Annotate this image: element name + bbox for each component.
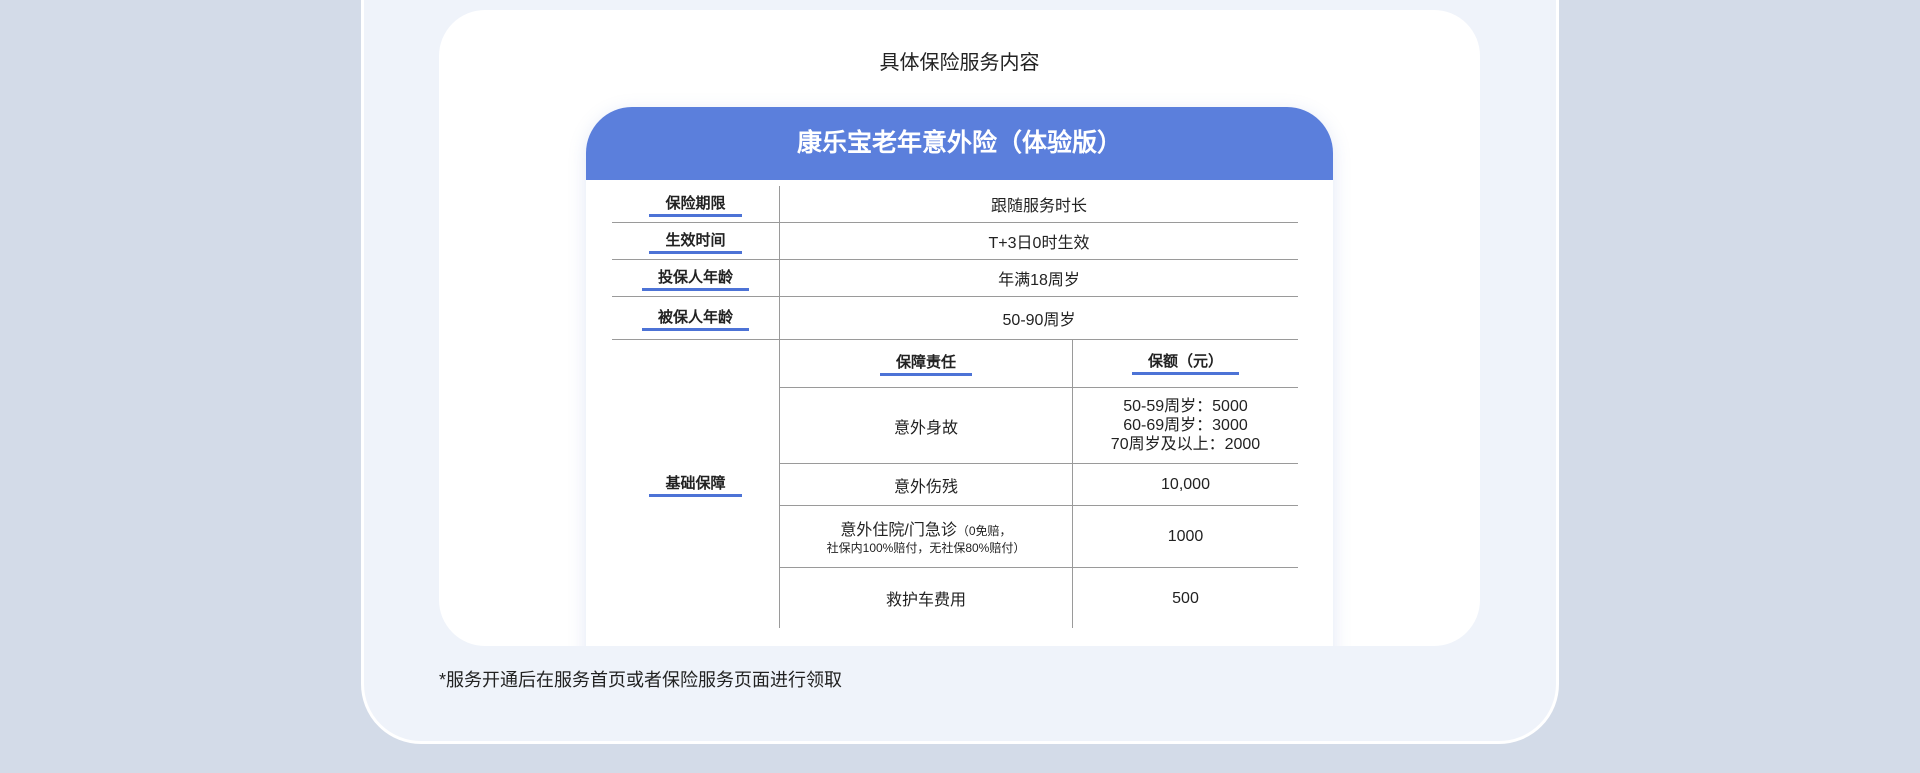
- table-row: 意外住院/门急诊（0免赔， 社保内100%赔付，无社保80%赔付） 1000: [780, 506, 1298, 568]
- footnote: *服务开通后在服务首页或者保险服务页面进行领取: [439, 670, 843, 690]
- table-row: 投保人年龄 年满18周岁: [612, 260, 1298, 297]
- col-header-responsibility: 保障责任: [879, 351, 972, 376]
- table-row: 被保人年龄 50-90周岁: [612, 297, 1298, 340]
- table-row: 意外身故 50-59周岁：5000 60-69周岁：3000 70周岁及以上：2…: [780, 388, 1298, 464]
- table-row: 生效时间 T+3日0时生效: [612, 223, 1298, 260]
- table-row: 救护车费用 500: [780, 568, 1298, 628]
- row-value: T+3日0时生效: [988, 235, 1090, 252]
- insurance-table: 保险期限 跟随服务时长 生效时间 T+3日0时生效 投保人年龄 年满18周岁 被…: [612, 186, 1298, 628]
- coverage-amount: 1000: [1167, 528, 1204, 545]
- row-value: 跟随服务时长: [990, 198, 1087, 215]
- row-value: 年满18周岁: [998, 272, 1080, 289]
- coverage-amount: 10,000: [1161, 476, 1210, 493]
- row-label: 保险期限: [649, 192, 742, 217]
- table-row: 意外伤残 10,000: [780, 464, 1298, 506]
- product-title: 康乐宝老年意外险（体验版）: [586, 107, 1333, 180]
- col-header-amount: 保额（元）: [1131, 352, 1239, 375]
- coverage-name: 意外伤残: [780, 464, 1073, 505]
- row-value: 50-90周岁: [1002, 312, 1076, 329]
- section-title: 具体保险服务内容: [879, 52, 1040, 74]
- subtable-header: 保障责任 保额（元）: [780, 340, 1298, 388]
- coverage-name: 意外身故: [780, 388, 1073, 463]
- basic-coverage-row: 基础保障 保障责任 保额（元） 意外身故 50-59周岁：5000 60-69周…: [612, 340, 1298, 628]
- coverage-name: 意外住院/门急诊（0免赔， 社保内100%赔付，无社保80%赔付）: [780, 506, 1073, 567]
- row-label: 生效时间: [649, 229, 742, 254]
- row-label: 投保人年龄: [641, 266, 749, 291]
- basic-coverage-subtable: 保障责任 保额（元） 意外身故 50-59周岁：5000 60-69周岁：300…: [780, 340, 1298, 628]
- basic-coverage-label: 基础保障: [649, 472, 742, 497]
- insurance-card: 具体保险服务内容 康乐宝老年意外险（体验版） 保险期限 跟随服务时长 生效时间 …: [439, 10, 1480, 646]
- table-row: 保险期限 跟随服务时长: [612, 186, 1298, 223]
- coverage-name: 救护车费用: [780, 568, 1073, 628]
- row-label: 被保人年龄: [641, 306, 749, 331]
- coverage-amount: 50-59周岁：5000 60-69周岁：3000 70周岁及以上：2000: [1110, 398, 1261, 453]
- coverage-amount: 500: [1172, 589, 1199, 607]
